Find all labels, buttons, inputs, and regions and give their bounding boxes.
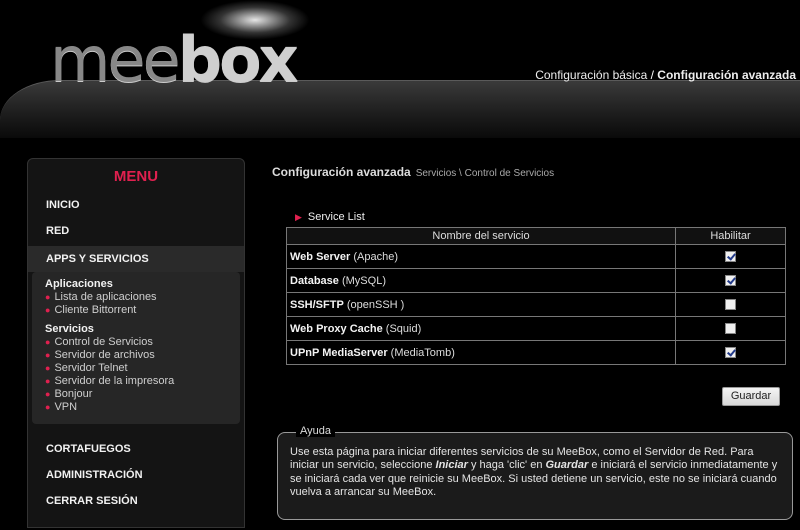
submenu-heading-aplicaciones: Aplicaciones [45, 278, 113, 290]
logo-glow [200, 0, 310, 40]
enable-checkbox-web-proxy-cache[interactable] [725, 323, 736, 335]
enable-checkbox-upnp-mediaserver[interactable] [725, 347, 736, 359]
sidebar-item-inicio[interactable]: INICIO [28, 192, 244, 218]
bullet-icon: ● [45, 363, 51, 373]
help-legend: Ayuda [296, 425, 335, 437]
submenu-link-cliente-bittorrent[interactable]: ● Cliente Bittorrent [45, 304, 240, 317]
enable-checkbox-web-server[interactable] [725, 251, 736, 263]
table-row: SSH/SFTP (openSSH ) [286, 292, 786, 317]
bullet-icon: ● [45, 376, 51, 386]
enable-checkbox-ssh-sftp[interactable] [725, 299, 736, 311]
table-row: Web Proxy Cache (Squid) [286, 316, 786, 341]
services-table: Nombre del servicio Habilitar Web Server… [286, 227, 786, 365]
top-links: Configuración básica / Configuración ava… [535, 68, 796, 82]
service-name-cell: SSH/SFTP (openSSH ) [286, 292, 676, 317]
bullet-icon: ● [45, 292, 51, 302]
logo-mee: mee [50, 23, 181, 96]
sidebar-item-apps-servicios[interactable]: APPS Y SERVICIOS [28, 246, 244, 272]
table-row: Database (MySQL) [286, 268, 786, 293]
sidebar-menu: MENU INICIO RED APPS Y SERVICIOS Aplicac… [27, 158, 245, 528]
submenu-apps-servicios: Aplicaciones ● Lista de aplicaciones ● Cli… [32, 272, 240, 424]
breadcrumb: Servicios \ Control de Servicios [415, 168, 555, 179]
help-text: Use esta página para iniciar diferentes … [290, 446, 778, 499]
service-list-label: ▶ Service List [295, 211, 365, 223]
link-separator: / [647, 68, 658, 82]
logo: meebox [50, 0, 310, 91]
service-name-cell: Database (MySQL) [286, 268, 676, 293]
submenu-link-bonjour[interactable]: ● Bonjour [45, 388, 240, 401]
page-title: Configuración avanzada Servicios \ Contro… [272, 165, 554, 179]
table-header-row: Nombre del servicio Habilitar [286, 227, 786, 245]
link-advanced-config[interactable]: Configuración avanzada [657, 68, 796, 82]
page-title-text: Configuración avanzada [272, 165, 411, 179]
submenu-link-vpn[interactable]: ● VPN [45, 401, 240, 414]
submenu-link-servidor-telnet[interactable]: ● Servidor Telnet [45, 362, 240, 375]
submenu-link-servidor-impresora[interactable]: ● Servidor de la impresora [45, 375, 240, 388]
bullet-icon: ● [45, 350, 51, 360]
column-header-service-name: Nombre del servicio [286, 227, 676, 245]
table-row: Web Server (Apache) [286, 244, 786, 269]
header: meebox Configuración básica / Configurac… [0, 0, 800, 140]
table-row: UPnP MediaServer (MediaTomb) [286, 340, 786, 365]
enable-checkbox-database[interactable] [725, 275, 736, 287]
sidebar-bottom-items: CORTAFUEGOS ADMINISTRACIÓN CERRAR SESIÓN [28, 436, 244, 514]
submenu-link-servidor-archivos[interactable]: ● Servidor de archivos [45, 349, 240, 362]
submenu-link-lista-aplicaciones[interactable]: ● Lista de aplicaciones [45, 291, 240, 304]
menu-title: MENU [113, 168, 159, 185]
bullet-icon: ● [45, 389, 51, 399]
service-name-cell: Web Server (Apache) [286, 244, 676, 269]
bullet-icon: ● [45, 337, 51, 347]
save-button[interactable]: Guardar [722, 387, 780, 406]
arrow-right-icon: ▶ [295, 212, 302, 222]
bullet-icon: ● [45, 305, 51, 315]
service-name-cell: UPnP MediaServer (MediaTomb) [286, 340, 676, 365]
bullet-icon: ● [45, 402, 51, 412]
sidebar-item-administracion[interactable]: ADMINISTRACIÓN [28, 462, 244, 488]
service-name-cell: Web Proxy Cache (Squid) [286, 316, 676, 341]
link-basic-config[interactable]: Configuración básica [535, 68, 647, 82]
submenu-heading-servicios: Servicios [45, 323, 94, 335]
submenu-link-control-servicios[interactable]: ● Control de Servicios [45, 336, 240, 349]
sidebar-item-cerrar-sesion[interactable]: CERRAR SESIÓN [28, 488, 244, 514]
sidebar-item-cortafuegos[interactable]: CORTAFUEGOS [28, 436, 244, 462]
help-panel: Ayuda Use esta página para iniciar difer… [277, 425, 793, 520]
column-header-enable: Habilitar [675, 227, 786, 245]
sidebar-item-red[interactable]: RED [28, 218, 244, 244]
